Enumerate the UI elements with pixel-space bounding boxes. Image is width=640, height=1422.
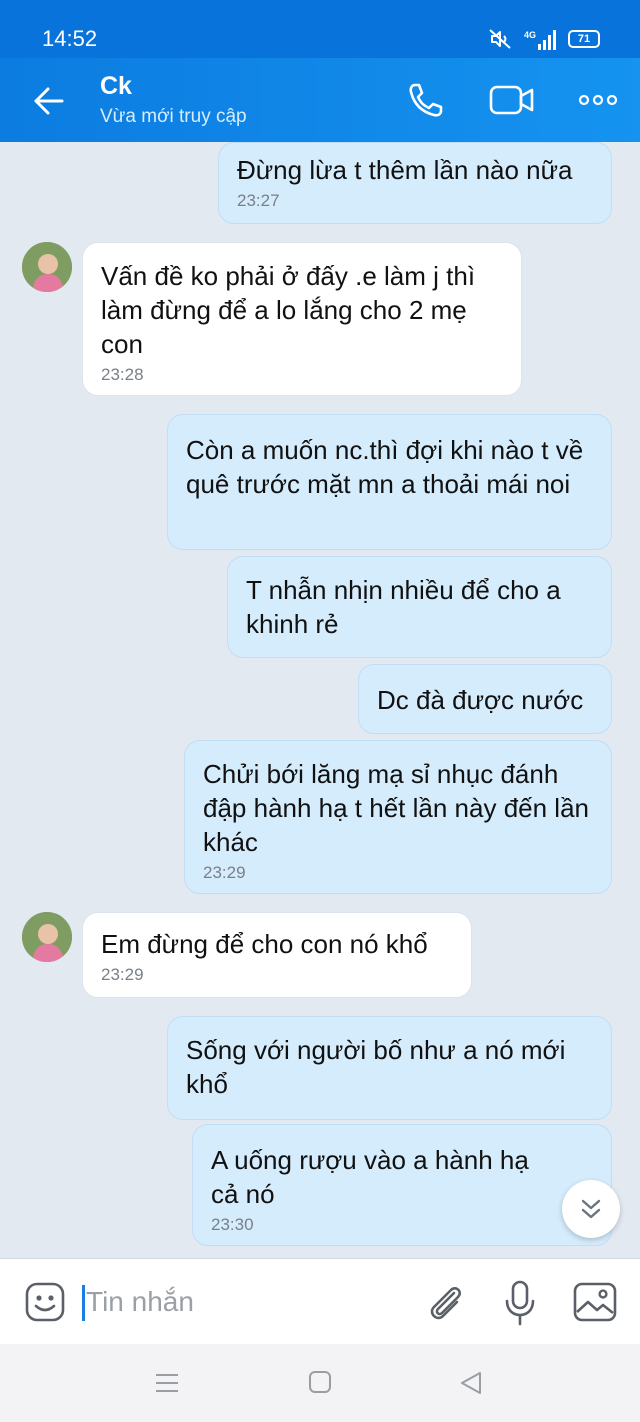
image-gallery-icon[interactable]	[572, 1281, 618, 1323]
menu-lines-icon[interactable]	[154, 1372, 180, 1394]
back-triangle-icon[interactable]	[458, 1370, 484, 1396]
message-text: Dc đà được nước	[377, 685, 584, 715]
message-text: T nhẫn nhịn nhiều để cho a khinh rẻ	[246, 575, 561, 639]
status-bar: 14:52 4G 71	[0, 0, 640, 58]
paperclip-icon[interactable]	[424, 1281, 468, 1325]
scroll-down-chevron-icon	[581, 1199, 601, 1219]
network-type: 4G	[524, 30, 536, 40]
received-message-bubble[interactable]: Em đừng để cho con nó khổ 23:29	[82, 912, 472, 998]
contact-avatar[interactable]	[22, 242, 72, 292]
battery-icon: 71	[568, 30, 600, 48]
status-time: 14:52	[42, 26, 98, 51]
message-time: 23:30	[211, 1215, 254, 1234]
message-text: Đừng lừa t thêm lần nào nữa	[237, 155, 573, 185]
sent-message-bubble[interactable]: A uống rượu vào a hành hạ cả nó 23:30	[192, 1124, 612, 1246]
chat-header: Ck Vừa mới truy cập	[0, 58, 640, 142]
contact-status: Vừa mới truy cập	[100, 106, 247, 127]
message-input[interactable]	[86, 1279, 386, 1325]
message-time: 23:27	[237, 191, 280, 210]
message-text: Chửi bới lăng mạ sỉ nhục đánh đập hành h…	[203, 759, 589, 857]
contact-name[interactable]: Ck	[100, 72, 132, 101]
back-arrow-icon[interactable]	[32, 84, 66, 118]
sent-message-bubble[interactable]: Dc đà được nước	[358, 664, 612, 734]
sent-message-bubble[interactable]: Sống với người bố như a nó mới khổ	[167, 1016, 612, 1120]
message-text: Vấn đề ko phải ở đấy .e làm j thì làm đừ…	[101, 261, 476, 359]
message-text: Em đừng để cho con nó khổ	[101, 929, 428, 959]
sent-message-bubble[interactable]: Chửi bới lăng mạ sỉ nhục đánh đập hành h…	[184, 740, 612, 894]
message-time: 23:29	[101, 965, 144, 984]
status-icons: 4G 71	[488, 28, 600, 50]
message-time: 23:29	[203, 863, 246, 882]
message-composer	[0, 1258, 640, 1344]
scroll-to-bottom-button[interactable]	[562, 1180, 620, 1238]
microphone-icon[interactable]	[502, 1279, 538, 1327]
home-square-icon[interactable]	[308, 1370, 332, 1394]
received-message-bubble[interactable]: Vấn đề ko phải ở đấy .e làm j thì làm đừ…	[82, 242, 522, 396]
avatar-image	[22, 912, 72, 962]
mute-icon	[489, 29, 511, 49]
avatar-image	[22, 242, 72, 292]
sticker-icon[interactable]	[24, 1281, 66, 1323]
phone-icon[interactable]	[406, 80, 446, 120]
sent-message-bubble[interactable]: T nhẫn nhịn nhiều để cho a khinh rẻ	[227, 556, 612, 658]
message-time: 23:28	[101, 365, 144, 384]
message-text: A uống rượu vào a hành hạ cả nó	[211, 1145, 529, 1209]
sent-message-bubble[interactable]: Đừng lừa t thêm lần nào nữa 23:27	[218, 142, 612, 224]
signal-icon: 4G	[524, 30, 556, 50]
sent-message-bubble[interactable]: Còn a muốn nc.thì đợi khi nào t về quê t…	[167, 414, 612, 550]
contact-avatar[interactable]	[22, 912, 72, 962]
more-dots-icon[interactable]	[578, 94, 618, 106]
video-camera-icon[interactable]	[488, 82, 536, 118]
text-cursor	[82, 1285, 85, 1321]
message-text: Còn a muốn nc.thì đợi khi nào t về quê t…	[186, 435, 584, 499]
message-text: Sống với người bố như a nó mới khổ	[186, 1035, 566, 1099]
system-navigation-bar	[0, 1344, 640, 1422]
